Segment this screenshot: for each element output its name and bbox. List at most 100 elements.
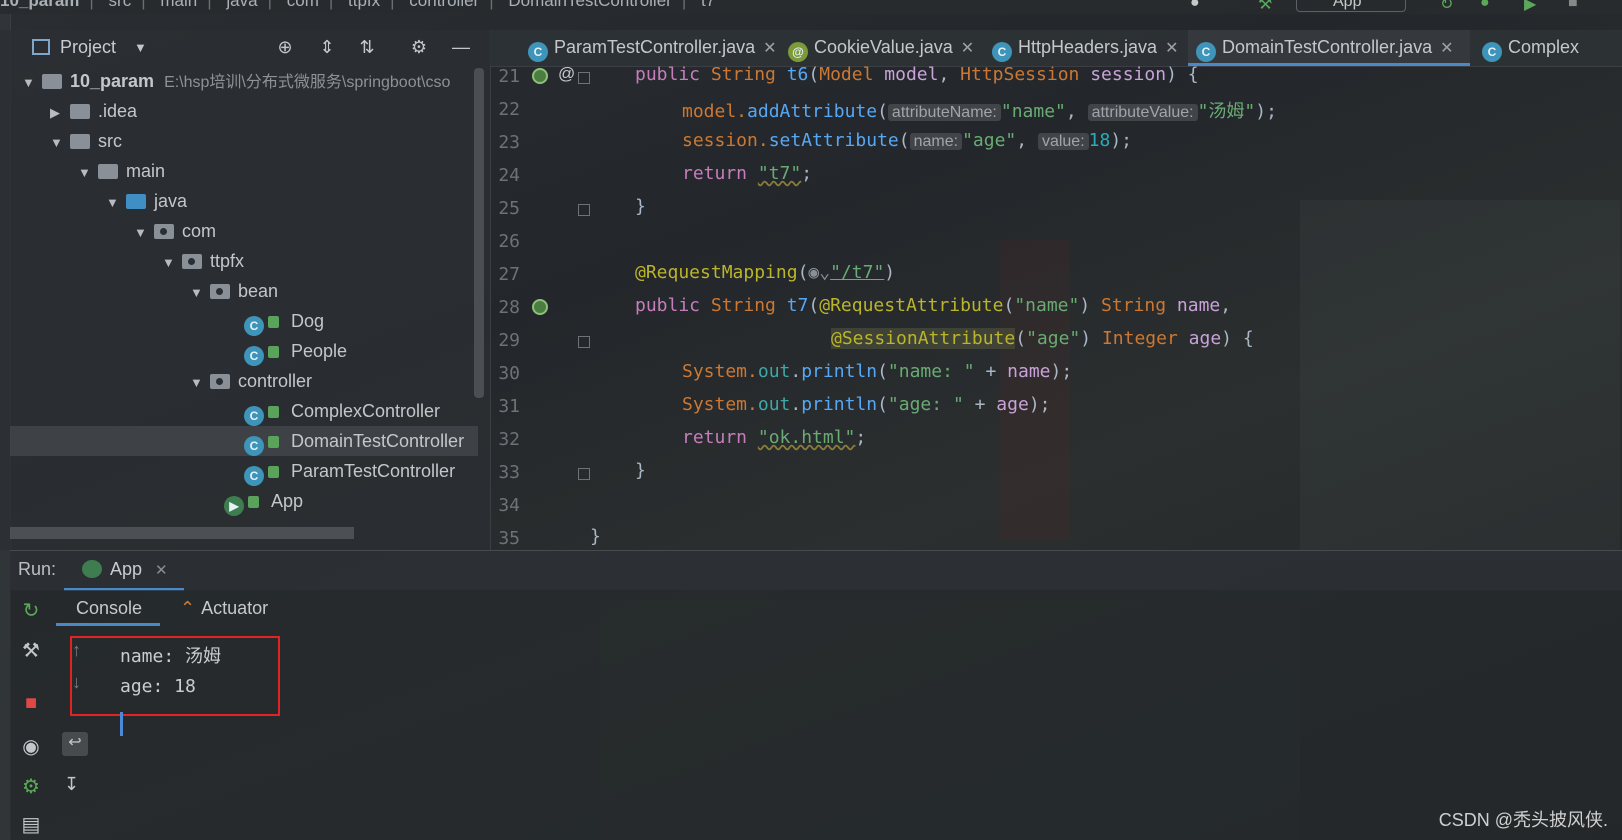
web-endpoint-icon[interactable] <box>532 68 548 84</box>
expand-all-icon[interactable]: ⇕ <box>316 36 338 58</box>
tree-item-folder[interactable]: ▶ .idea <box>50 96 137 126</box>
lock-icon <box>268 466 279 478</box>
fold-marker-icon[interactable] <box>578 468 590 480</box>
editor-tab[interactable]: C ParamTestController.java ✕ <box>520 30 777 66</box>
scroll-to-end-icon[interactable]: ↧ <box>64 774 79 795</box>
project-panel-title[interactable]: Project <box>60 37 116 58</box>
locate-target-icon[interactable]: ⊕ <box>274 36 296 58</box>
breadcrumb-item[interactable]: main <box>160 0 197 10</box>
tree-item-class[interactable]: C ParamTestController <box>240 456 455 486</box>
editor-tab[interactable]: C HttpHeaders.java ✕ <box>984 30 1178 66</box>
close-icon[interactable]: ✕ <box>155 562 168 579</box>
tree-item-package[interactable]: ▼ ttpfx <box>162 246 244 276</box>
tree-item-label: main <box>126 161 166 181</box>
stop-icon[interactable]: ■ <box>18 690 44 716</box>
run-tab-app[interactable]: App ✕ <box>64 551 184 591</box>
lock-icon <box>268 406 279 418</box>
close-icon[interactable]: ✕ <box>961 40 974 57</box>
line-number: 34 <box>498 495 520 516</box>
tab-console[interactable]: Console <box>56 590 160 626</box>
chevron-down-icon[interactable]: ▼ <box>134 218 148 248</box>
rerun-icon[interactable]: ↻ <box>18 598 44 624</box>
chevron-right-icon[interactable]: ▶ <box>50 98 64 128</box>
print-icon[interactable]: ▤ <box>18 812 44 838</box>
minimize-icon[interactable]: — <box>450 36 472 58</box>
run-label: Run: <box>18 559 57 579</box>
breadcrumb: 10_param | src | main | java | com | ttpfx | c… <box>0 0 725 11</box>
horizontal-scrollbar[interactable] <box>10 527 354 539</box>
tree-item-folder[interactable]: ▼ src <box>50 126 122 156</box>
collapse-all-icon[interactable]: ⇅ <box>356 36 378 58</box>
breadcrumb-item[interactable]: src <box>109 0 132 10</box>
vertical-scrollbar[interactable] <box>474 68 484 398</box>
breadcrumb-item[interactable]: t7 <box>701 0 715 10</box>
gear-icon[interactable]: ⚙ <box>408 36 430 58</box>
breadcrumb-item[interactable]: 10_param <box>0 0 79 10</box>
close-icon[interactable]: ✕ <box>763 40 776 57</box>
breadcrumb-item[interactable]: controller <box>409 0 479 10</box>
code-line-27: @RequestMapping(◉⌄"/t7") <box>635 262 896 283</box>
editor-tab-active[interactable]: C DomainTestController.java ✕ <box>1188 30 1470 66</box>
rerun-icon[interactable]: ↻ <box>1440 0 1458 13</box>
tree-item-class[interactable]: C Dog <box>240 306 324 336</box>
chevron-down-icon[interactable]: ▼ <box>190 278 204 308</box>
project-view-icon <box>32 39 50 55</box>
breadcrumb-item[interactable]: java <box>226 0 257 10</box>
chevron-down-icon[interactable]: ▼ <box>78 158 92 188</box>
override-at-icon[interactable]: @ <box>558 66 575 84</box>
build-hammer-icon[interactable]: ⚒ <box>1258 0 1276 13</box>
tree-item-folder[interactable]: ▼ main <box>78 156 165 186</box>
chevron-down-icon[interactable]: ▼ <box>106 188 120 218</box>
tree-item-label: ComplexController <box>291 401 441 421</box>
run-tool-window-header: Run: App ✕ <box>10 550 1622 591</box>
debug-bug-icon[interactable]: ● <box>1480 0 1498 12</box>
tree-item-package[interactable]: ▼ com <box>134 216 216 246</box>
editor-tab-bar: C ParamTestController.java ✕ @ CookieValue.… <box>490 30 1622 67</box>
editor-tab[interactable]: C Complex <box>1474 30 1579 66</box>
breadcrumb-item[interactable]: ttpfx <box>348 0 380 10</box>
tree-item-label: App <box>271 491 304 511</box>
chevron-down-icon[interactable]: ▼ <box>50 128 64 158</box>
editor-tab[interactable]: @ CookieValue.java ✕ <box>780 30 974 66</box>
tree-item-label: .idea <box>98 101 138 121</box>
tree-item-class-selected[interactable]: C DomainTestController <box>10 426 478 456</box>
tree-item-module[interactable]: ▼ 10_param E:\hsp培训\分布式微服务\springboot\cso <box>22 66 450 96</box>
tab-label: DomainTestController.java <box>1222 37 1433 57</box>
close-icon[interactable]: ✕ <box>1165 40 1178 57</box>
soft-wrap-icon[interactable]: ↩ <box>62 732 88 756</box>
line-number: 31 <box>498 396 520 417</box>
stop-icon[interactable]: ■ <box>1568 0 1586 12</box>
tab-label: Complex <box>1508 37 1580 57</box>
tab-label: Console <box>76 598 143 618</box>
code-editor[interactable]: 21 22 23 24 25 26 27 28 29 30 31 32 33 3… <box>490 66 1622 550</box>
camera-icon[interactable]: ◉ <box>18 734 44 760</box>
package-icon <box>154 224 174 239</box>
tree-item-package[interactable]: ▼ controller <box>190 366 312 396</box>
fold-marker-icon[interactable] <box>578 204 590 216</box>
line-number: 27 <box>498 264 520 285</box>
wrench-icon[interactable]: ⚒ <box>18 638 44 664</box>
breadcrumb-item[interactable]: DomainTestController <box>508 0 671 10</box>
tree-item-folder[interactable]: ▼ java <box>106 186 187 216</box>
chevron-down-icon[interactable]: ▼ <box>190 368 204 398</box>
fold-marker-icon[interactable] <box>578 336 590 348</box>
fold-marker-icon[interactable] <box>578 72 590 84</box>
close-icon[interactable]: ✕ <box>1440 40 1453 57</box>
tree-item-class[interactable]: C People <box>240 336 347 366</box>
editor-gutter: 21 22 23 24 25 26 27 28 29 30 31 32 33 3… <box>490 66 590 550</box>
web-endpoint-icon[interactable] <box>532 299 548 315</box>
tree-item-class[interactable]: C ComplexController <box>240 396 440 426</box>
tree-item-label: controller <box>238 371 313 391</box>
tab-actuator[interactable]: ⌃ Actuator <box>180 590 268 626</box>
chevron-down-icon[interactable]: ▼ <box>22 68 36 98</box>
breadcrumb-item[interactable]: com <box>287 0 319 10</box>
run-configuration-select[interactable]: App <box>1296 0 1406 12</box>
debug-settings-icon[interactable]: ⚙ <box>18 774 44 800</box>
run-icon[interactable]: ▶ <box>1524 0 1542 13</box>
tree-item-app[interactable]: ▶ App <box>220 486 303 516</box>
class-icon: C <box>244 346 264 366</box>
chevron-down-icon[interactable]: ▼ <box>134 40 147 55</box>
tree-item-package[interactable]: ▼ bean <box>190 276 278 306</box>
user-icon[interactable]: ● <box>1190 0 1208 12</box>
chevron-down-icon[interactable]: ▼ <box>162 248 176 278</box>
